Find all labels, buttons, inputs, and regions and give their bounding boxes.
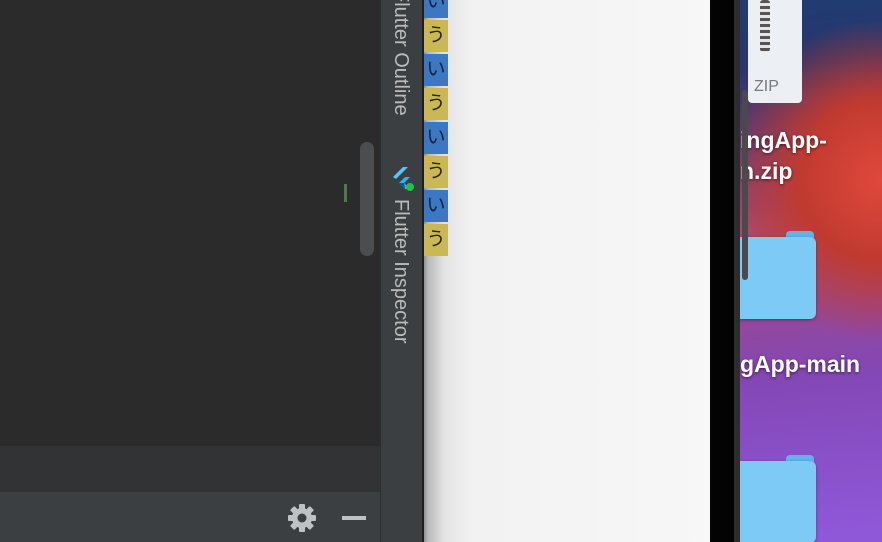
folder-icon[interactable] [740, 455, 816, 542]
kana-cell-u: う [424, 88, 448, 120]
minus-icon[interactable] [341, 509, 367, 527]
zip-icon-label: ZIP [754, 78, 779, 95]
folder-icon[interactable] [740, 231, 816, 319]
bottom-toolbar [0, 492, 380, 542]
kana-cell-i: い [424, 0, 448, 18]
tab-flutter-inspector[interactable]: Flutter Inspector [390, 199, 412, 344]
tab-flutter-outline[interactable]: Flutter Outline [390, 0, 412, 116]
kana-cell-i: い [424, 54, 448, 86]
flutter-logo-icon [393, 167, 414, 191]
tool-panel-strip [0, 446, 380, 492]
zip-file-icon[interactable]: ZIP [748, 0, 802, 103]
change-marker [344, 184, 347, 202]
code-editor[interactable] [0, 0, 380, 446]
zipper-icon [760, 0, 770, 52]
kana-cell-u: う [424, 224, 448, 256]
zip-file-name-line1[interactable]: ingApp- [740, 127, 827, 154]
kana-cell-i: い [424, 122, 448, 154]
simulator-screen[interactable]: いういういういう [422, 0, 710, 542]
desktop-scrollbar[interactable] [742, 90, 748, 280]
kana-cell-u: う [424, 156, 448, 188]
editor-scrollbar[interactable] [360, 142, 374, 256]
desktop: ZIP ingApp- n.zip gApp-main [740, 0, 882, 542]
kana-cell-i: い [424, 190, 448, 222]
folder-name[interactable]: gApp-main [740, 351, 860, 378]
kana-cell-u: う [424, 20, 448, 52]
gear-icon[interactable] [286, 503, 318, 533]
